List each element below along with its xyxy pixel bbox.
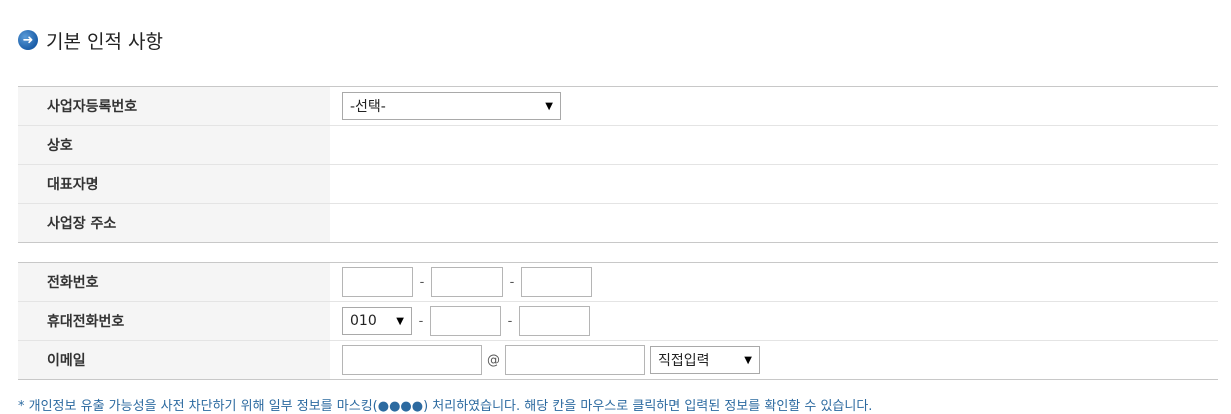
label-phone: 전화번호: [18, 262, 330, 302]
contact-info-table: 전화번호 - - 휴대전화번호 010 ▼ - - 이메일 @ 직접입력 ▼: [18, 262, 1218, 380]
email-id-input[interactable]: [342, 345, 482, 375]
company-name-value: [330, 125, 1218, 165]
label-email: 이메일: [18, 340, 330, 380]
phone-part3-input[interactable]: [521, 267, 592, 297]
row-ceo-name: 대표자명: [18, 164, 1218, 204]
section-header: ➜ 기본 인적 사항: [18, 28, 163, 53]
phone-dash-2: -: [509, 274, 515, 290]
phone-dash-1: -: [419, 274, 425, 290]
row-mobile: 휴대전화번호 010 ▼ - -: [18, 301, 1218, 341]
dropdown-arrow-icon: ▼: [545, 100, 553, 112]
ceo-name-value: [330, 164, 1218, 204]
row-company-name: 상호: [18, 125, 1218, 165]
label-mobile: 휴대전화번호: [18, 301, 330, 341]
business-address-value: [330, 203, 1218, 243]
business-reg-no-select-value: -선택-: [350, 99, 386, 115]
dropdown-arrow-icon: ▼: [744, 354, 752, 366]
mobile-dash-1: -: [418, 313, 424, 329]
email-domain-input[interactable]: [505, 345, 645, 375]
mobile-part3-input[interactable]: [519, 306, 590, 336]
label-business-reg-no: 사업자등록번호: [18, 86, 330, 126]
label-company-name: 상호: [18, 125, 330, 165]
row-business-address: 사업장 주소: [18, 203, 1218, 243]
business-reg-no-select[interactable]: -선택- ▼: [342, 92, 561, 120]
mobile-prefix-value: 010: [350, 313, 377, 329]
email-domain-select[interactable]: 직접입력 ▼: [650, 346, 760, 374]
phone-part1-input[interactable]: [342, 267, 413, 297]
mobile-part2-input[interactable]: [430, 306, 501, 336]
arrow-right-circle-icon: ➜: [18, 30, 38, 50]
email-domain-select-value: 직접입력: [658, 353, 710, 369]
label-business-address: 사업장 주소: [18, 203, 330, 243]
business-info-table: 사업자등록번호 -선택- ▼ 상호 대표자명 사업장 주소: [18, 86, 1218, 243]
email-at-sign: @: [487, 352, 500, 368]
phone-part2-input[interactable]: [431, 267, 503, 297]
label-ceo-name: 대표자명: [18, 164, 330, 204]
row-phone: 전화번호 - -: [18, 262, 1218, 302]
row-business-reg-no: 사업자등록번호 -선택- ▼: [18, 86, 1218, 126]
section-title: 기본 인적 사항: [46, 30, 163, 53]
mobile-dash-2: -: [507, 313, 513, 329]
masking-notice: * 개인정보 유출 가능성을 사전 차단하기 위해 일부 정보를 마스킹(●●●…: [18, 399, 873, 414]
dropdown-arrow-icon: ▼: [396, 315, 404, 327]
row-email: 이메일 @ 직접입력 ▼: [18, 340, 1218, 380]
mobile-prefix-select[interactable]: 010 ▼: [342, 307, 412, 335]
